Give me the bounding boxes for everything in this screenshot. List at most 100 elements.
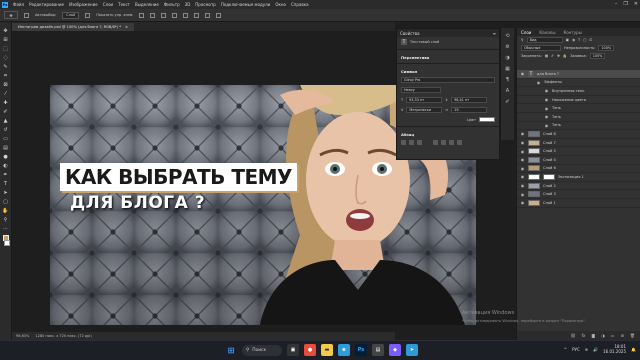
filter-smart-icon[interactable]: ⊡ [589,38,592,42]
layer-row[interactable]: ◉ Слой 5 [517,147,640,156]
path-select-tool-icon[interactable]: ➤ [3,190,9,196]
visibility-eye-icon[interactable]: ◉ [520,131,525,136]
headline-box[interactable]: КАК ВЫБРАТЬ ТЕМУ [60,163,297,191]
fill-input[interactable]: 100% [589,53,606,59]
volume-icon[interactable]: 🔊 [593,347,598,352]
menu-item-plugins[interactable]: Подключаемые модули [221,2,271,7]
align-left-text-icon[interactable] [401,140,406,145]
shape-tool-icon[interactable]: ▢ [3,199,9,205]
menu-item-3d[interactable]: 3D [185,2,191,7]
layer-row[interactable]: ◉ Тень [517,104,640,113]
stamp-tool-icon[interactable]: ▲ [3,118,9,124]
effect-visibility-icon[interactable]: ◉ [544,106,549,111]
layer-row[interactable]: ◉ Слой 7 [517,139,640,148]
notifications-icon[interactable]: 🔔 [631,347,636,352]
align-right-icon[interactable] [161,12,167,18]
menu-item-type[interactable]: Текст [118,2,130,7]
align-right-text-icon[interactable] [417,140,422,145]
layer-row[interactable]: ◉ Слой 4 [517,156,640,165]
delete-layer-icon[interactable]: 🗑 [630,333,635,338]
effect-visibility-icon[interactable]: ◉ [544,97,549,102]
layer-row[interactable]: ◉ Экспозиция 1 [517,173,640,182]
layer-row[interactable]: ◉ Тень [517,113,640,122]
align-top-icon[interactable] [172,12,178,18]
task-view-icon[interactable]: ▣ [287,344,299,356]
add-style-icon[interactable]: fx [582,333,586,338]
history-brush-tool-icon[interactable]: ↺ [3,127,9,133]
layer-mask-thumbnail[interactable] [543,173,555,180]
more-tools-icon[interactable]: ⋯ [3,226,9,232]
filter-pixel-icon[interactable]: ▣ [566,38,569,42]
frame-tool-icon[interactable]: ⊠ [3,82,9,88]
visibility-eye-icon[interactable]: ◉ [520,183,525,188]
menu-item-layers[interactable]: Слои [103,2,113,7]
lock-transparent-icon[interactable]: ▦ [545,54,548,58]
brushes-panel-icon[interactable]: ✐ [505,99,509,105]
align-left-icon[interactable] [139,12,145,18]
justify-all-icon[interactable] [457,140,462,145]
browser-app-icon[interactable]: ● [304,344,316,356]
add-mask-icon[interactable]: ◙ [591,333,595,338]
hand-tool-icon[interactable]: ✋ [2,208,8,214]
subheadline-text[interactable]: ДЛЯ БЛОГА ? [70,193,205,213]
effect-visibility-icon[interactable]: ◉ [544,114,549,119]
history-panel-icon[interactable]: ⟲ [505,33,509,39]
more-options-icon[interactable] [205,12,211,18]
close-tab-icon[interactable]: × [125,25,128,29]
show-controls-checkbox[interactable] [85,12,91,18]
layer-row[interactable]: ◉ Внутренняя тень [517,87,640,96]
marquee-tool-icon[interactable]: ⬚ [3,46,9,52]
visibility-eye-icon[interactable]: ◉ [520,157,525,162]
layer-row[interactable]: ◉ Слой 2 [517,182,640,191]
visibility-eye-icon[interactable]: ◉ [520,192,525,197]
visibility-eye-icon[interactable]: ◉ [520,140,525,145]
minimize-button[interactable]: – [615,1,618,7]
menu-item-file[interactable]: Файл [13,2,24,7]
layer-row[interactable]: ◉ Слой 8 [517,130,640,139]
new-group-icon[interactable]: ▭ [611,333,615,338]
artboard-tool-icon[interactable]: ⊞ [3,37,9,43]
justify-last-left-icon[interactable] [433,140,438,145]
wifi-icon[interactable]: ≋ [585,347,588,352]
paragraph-section-header[interactable]: Абзац [397,129,499,138]
justify-last-right-icon[interactable] [449,140,454,145]
visibility-eye-icon[interactable]: ◉ [520,174,525,179]
panel-menu-icon[interactable]: ≡ [493,31,496,36]
filter-shape-icon[interactable]: ▢ [583,38,586,42]
new-adjustment-icon[interactable]: ◑ [601,333,605,338]
layer-row[interactable]: ◉ Тень [517,122,640,131]
filter-adjust-icon[interactable]: ◑ [572,38,575,42]
blur-tool-icon[interactable]: ● [3,154,9,160]
transform-section-header[interactable]: Перспектива [397,52,499,61]
effect-visibility-icon[interactable]: ◉ [536,80,541,85]
text-color-swatch[interactable] [479,117,495,122]
lock-pixels-icon[interactable]: ✐ [551,54,554,58]
tab-channels[interactable]: Каналы [539,30,555,35]
crop-tool-icon[interactable]: ⌗ [3,73,9,79]
clock[interactable]: 18:01 16.01.2025 [603,344,626,354]
language-indicator[interactable]: РУС [572,347,580,352]
lock-position-icon[interactable]: ✥ [557,54,560,58]
messenger-app-icon[interactable]: ◆ [389,344,401,356]
layer-row[interactable]: ◉ Наложение цвета [517,96,640,105]
justify-last-center-icon[interactable] [441,140,446,145]
document-tab[interactable]: Инстаграм дизайн.psd @ 100% (для блога ?… [12,23,135,31]
background-color-swatch[interactable] [4,240,10,246]
align-center-icon[interactable] [150,12,156,18]
visibility-eye-icon[interactable]: ◉ [520,200,525,205]
menu-item-window[interactable]: Окно [275,2,286,7]
move-tool-icon[interactable]: ✥ [3,28,9,34]
quick-select-tool-icon[interactable]: ✎ [3,64,9,70]
menu-item-help[interactable]: Справка [291,2,309,7]
align-bottom-icon[interactable] [194,12,200,18]
taskbar-search[interactable]: ⚲ Поиск [242,344,282,356]
font-style-select[interactable]: Heavy [401,87,441,93]
kerning-select[interactable]: Метрически [406,107,443,113]
menu-item-select[interactable]: Выделение [135,2,159,7]
menu-item-filter[interactable]: Фильтр [164,2,180,7]
3d-mode-icon[interactable] [216,12,222,18]
tab-layers[interactable]: Слои [521,30,531,35]
autoselect-checkbox[interactable] [24,12,29,18]
blend-mode-select[interactable]: Обычные [521,45,561,51]
menu-item-view[interactable]: Просмотр [195,2,216,7]
